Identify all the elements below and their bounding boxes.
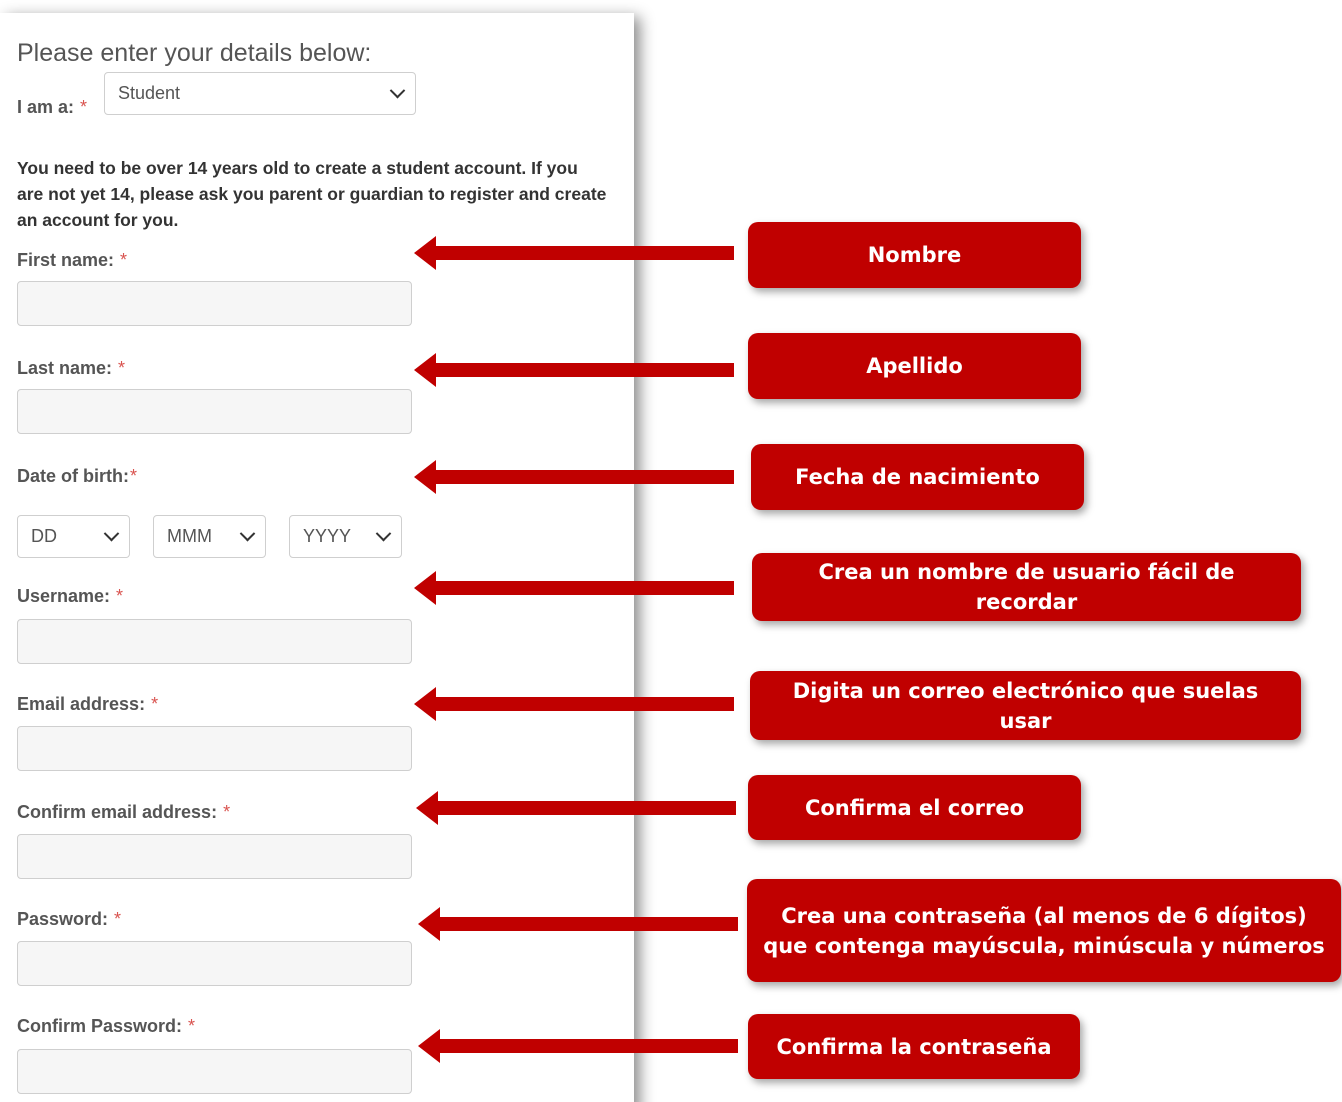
required-mark: * bbox=[114, 909, 122, 929]
role-select[interactable]: Student bbox=[104, 72, 416, 115]
confirm-email-label-text: Confirm email address: bbox=[17, 802, 218, 822]
password-label-text: Password: bbox=[17, 909, 109, 929]
callout-last-name: Apellido bbox=[748, 333, 1081, 399]
arrow-left-icon bbox=[418, 907, 738, 941]
callout-password: Crea una contraseña (al menos de 6 dígit… bbox=[747, 879, 1341, 982]
arrow-left-icon bbox=[414, 571, 734, 605]
password-label: Password: * bbox=[17, 909, 121, 930]
arrow-left-icon bbox=[414, 460, 734, 494]
chevron-down-icon bbox=[375, 525, 392, 542]
callout-confirm-password: Confirma la contraseña bbox=[748, 1014, 1080, 1079]
email-input[interactable] bbox=[17, 726, 412, 771]
confirm-email-label: Confirm email address: * bbox=[17, 802, 230, 823]
required-mark: * bbox=[80, 97, 88, 117]
role-select-value: Student bbox=[118, 83, 181, 103]
confirm-password-input[interactable] bbox=[17, 1049, 412, 1094]
dob-day-select[interactable]: DD bbox=[17, 515, 130, 558]
age-notice: You need to be over 14 years old to crea… bbox=[17, 158, 607, 230]
dob-year-value: YYYY bbox=[303, 526, 352, 546]
chevron-down-icon bbox=[239, 525, 256, 542]
required-mark: * bbox=[120, 250, 128, 270]
required-mark: * bbox=[151, 694, 159, 714]
callout-dob: Fecha de nacimiento bbox=[751, 444, 1084, 510]
chevron-down-icon bbox=[103, 525, 120, 542]
callout-username: Crea un nombre de usuario fácil de recor… bbox=[752, 553, 1301, 621]
dob-month-value: MMM bbox=[167, 526, 212, 546]
first-name-label-text: First name: bbox=[17, 250, 115, 270]
callout-email: Digita un correo electrónico que suelas … bbox=[750, 671, 1301, 740]
last-name-label: Last name: * bbox=[17, 358, 125, 379]
password-input[interactable] bbox=[17, 941, 412, 986]
email-label-text: Email address: bbox=[17, 694, 146, 714]
callout-confirm-email: Confirma el correo bbox=[748, 775, 1081, 840]
required-mark: * bbox=[118, 358, 126, 378]
dob-day-value: DD bbox=[31, 526, 57, 546]
arrow-left-icon bbox=[414, 236, 734, 270]
required-mark: * bbox=[223, 802, 231, 822]
username-label-text: Username: bbox=[17, 586, 111, 606]
arrow-left-icon bbox=[414, 353, 734, 387]
confirm-email-input[interactable] bbox=[17, 834, 412, 879]
callout-first-name: Nombre bbox=[748, 222, 1081, 288]
first-name-input[interactable] bbox=[17, 281, 412, 326]
chevron-down-icon bbox=[389, 82, 406, 99]
arrow-left-icon bbox=[418, 1029, 738, 1063]
required-mark: * bbox=[130, 466, 138, 486]
required-mark: * bbox=[188, 1016, 196, 1036]
role-label-text: I am a: bbox=[17, 97, 75, 117]
username-input[interactable] bbox=[17, 619, 412, 664]
dob-label-text: Date of birth: bbox=[17, 466, 129, 486]
dob-year-select[interactable]: YYYY bbox=[289, 515, 402, 558]
required-mark: * bbox=[116, 586, 124, 606]
annotated-screenshot: Please enter your details below: I am a:… bbox=[0, 0, 1342, 1102]
last-name-input[interactable] bbox=[17, 389, 412, 434]
confirm-password-label: Confirm Password: * bbox=[17, 1016, 195, 1037]
arrow-left-icon bbox=[414, 687, 734, 721]
confirm-password-label-text: Confirm Password: bbox=[17, 1016, 183, 1036]
last-name-label-text: Last name: bbox=[17, 358, 113, 378]
form-heading: Please enter your details below: bbox=[17, 39, 372, 67]
first-name-label: First name: * bbox=[17, 250, 127, 271]
email-label: Email address: * bbox=[17, 694, 158, 715]
dob-month-select[interactable]: MMM bbox=[153, 515, 266, 558]
dob-label: Date of birth:* bbox=[17, 466, 137, 487]
username-label: Username: * bbox=[17, 586, 123, 607]
arrow-left-icon bbox=[416, 791, 736, 825]
role-label: I am a: * bbox=[17, 97, 87, 118]
